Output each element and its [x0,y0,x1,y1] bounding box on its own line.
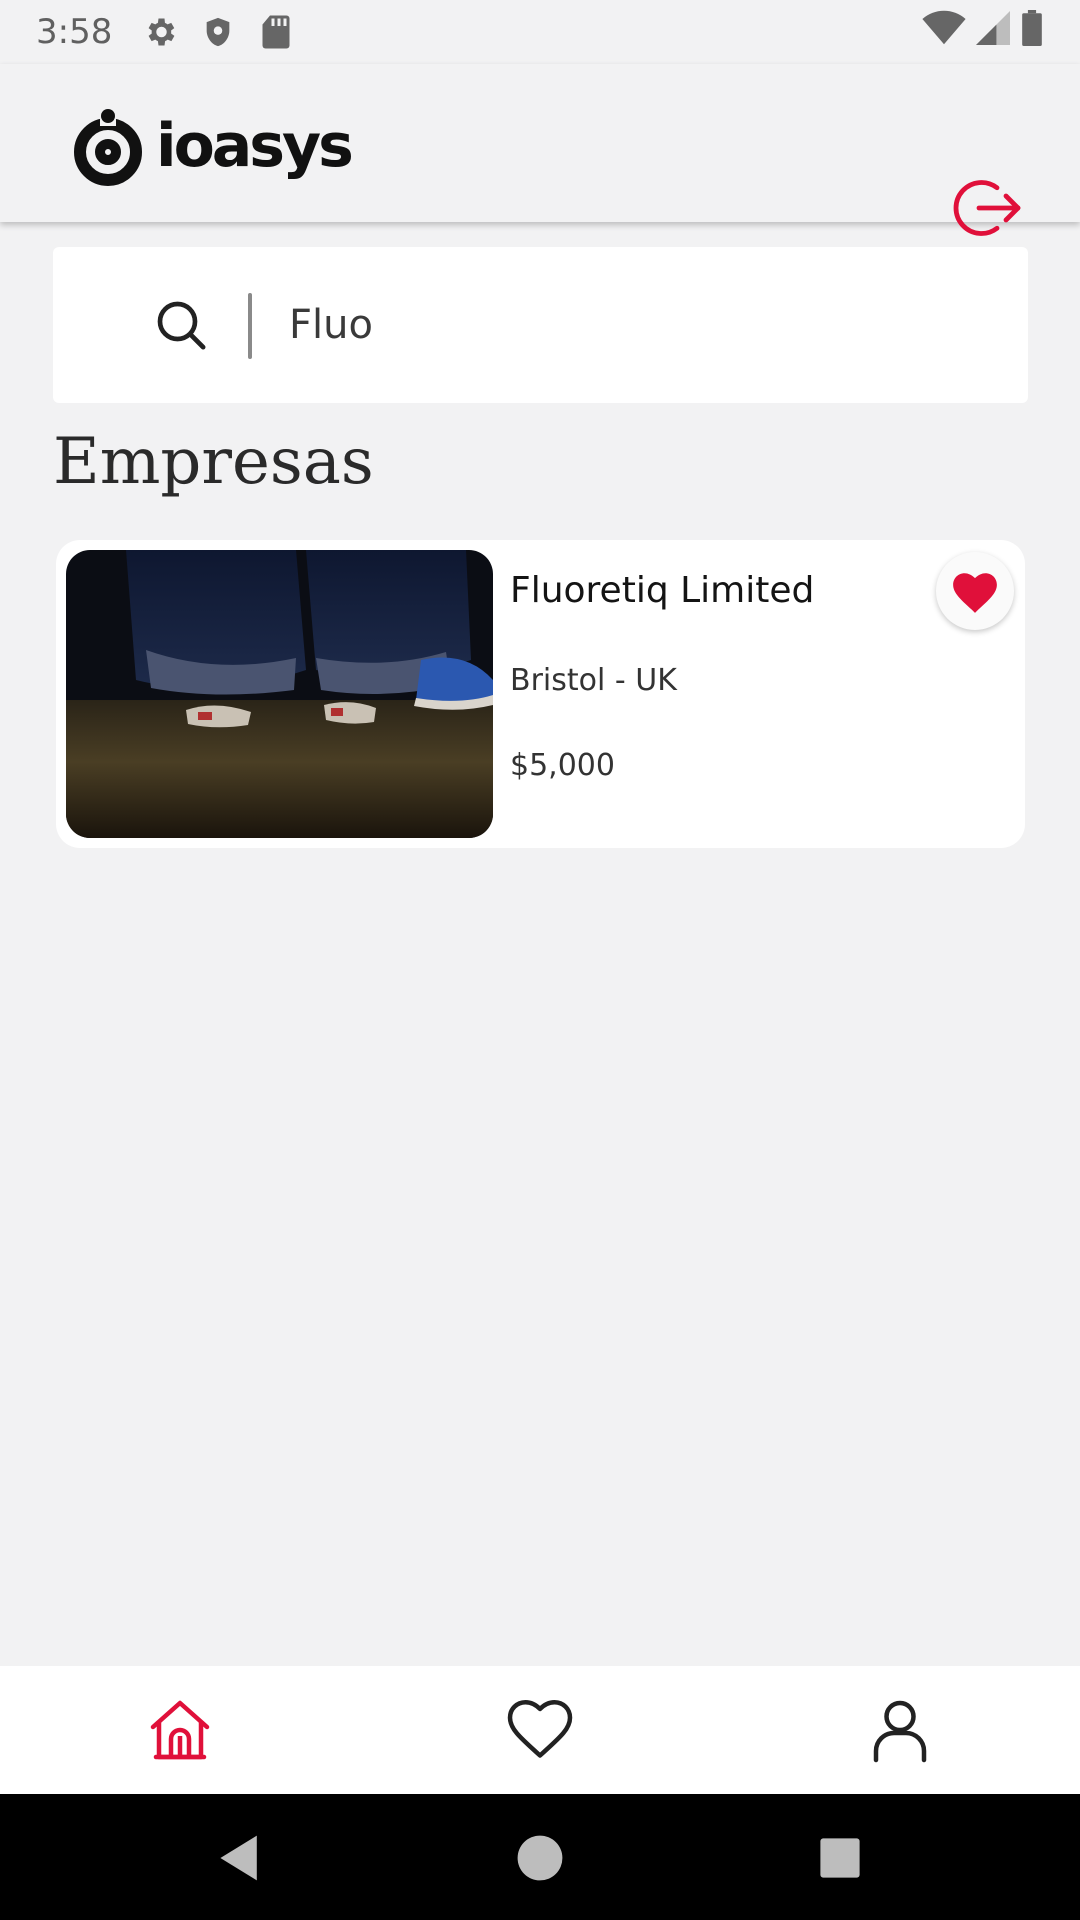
status-right [922,9,1044,55]
company-card[interactable]: Fluoretiq Limited Bristol - UK $5,000 [56,540,1025,848]
battery-icon [1020,9,1044,55]
favorite-button[interactable] [936,552,1014,630]
home-icon [150,1700,210,1760]
shield-icon [198,12,238,52]
home-button[interactable] [512,1830,568,1886]
app-screen: 3:58 ioasys Fluo Empresas Fluoretiq Limi… [0,0,1080,1920]
home-circle-icon [517,1835,563,1881]
bottom-nav [0,1666,1080,1794]
heart-filled-icon [953,573,997,613]
back-button[interactable] [212,1830,268,1886]
recents-button[interactable] [812,1830,868,1886]
search-input[interactable] [289,287,989,363]
system-nav-bar [0,1794,1080,1920]
search-divider [248,293,252,359]
status-bar: 3:58 [0,0,1080,64]
company-name: Fluoretiq Limited [510,570,815,611]
sd-card-icon [256,12,296,52]
nav-favorites-button[interactable] [504,1694,576,1766]
search-bar[interactable] [53,247,1028,403]
company-image [66,550,493,838]
back-triangle-icon [220,1835,257,1881]
ioasys-logo: ioasys [64,106,354,186]
app-header: ioasys [0,64,1080,236]
search-icon [153,297,209,353]
recents-square-icon [820,1838,860,1878]
logout-button[interactable] [952,172,1024,244]
company-location: Bristol - UK [510,663,677,698]
nav-home-button[interactable] [144,1694,216,1766]
gear-icon [140,12,180,52]
user-icon [873,1700,927,1763]
status-time: 3:58 [36,12,113,52]
company-price: $5,000 [510,748,615,783]
cell-signal-icon [976,10,1010,55]
logo-text: ioasys [156,111,354,181]
heart-icon [507,1700,573,1758]
section-title: Empresas [53,425,374,499]
wifi-icon [922,10,966,55]
logout-icon [953,180,1021,236]
logo-mark-icon [74,109,142,186]
nav-profile-button[interactable] [864,1694,936,1766]
